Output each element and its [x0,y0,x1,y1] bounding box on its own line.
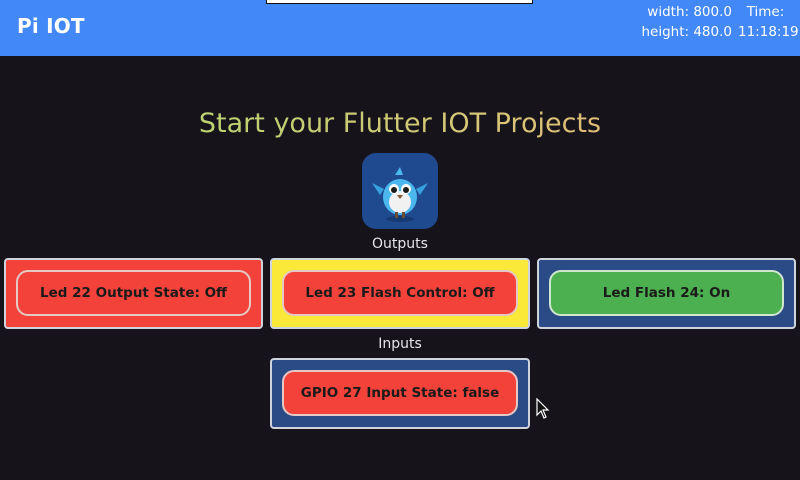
led22-output-button[interactable]: Led 22 Output State: Off [16,270,251,316]
width-readout: width: 800.0 [647,4,732,20]
mouse-pointer-icon [536,397,550,424]
time-value: 11:18:19 [738,24,799,40]
output-panel-led24: Led Flash 24: On [537,258,796,329]
page-headline: Start your Flutter IOT Projects [0,108,800,139]
outputs-section-label: Outputs [372,236,428,252]
input-panel-gpio27: GPIO 27 Input State: false [270,358,530,429]
clock: Time: 11:18:19 [738,2,799,42]
height-readout: height: 480.0 [641,24,732,40]
inputs-section-label: Inputs [378,336,422,352]
led23-flash-button[interactable]: Led 23 Flash Control: Off [282,270,518,316]
time-label: Time: [746,4,785,20]
app-title: Pi IOT [17,14,85,38]
screen-dimensions: width: 800.0 height: 480.0 [640,2,732,42]
top-overlay-box [266,0,533,4]
app-bar: Pi IOT width: 800.0 height: 480.0 Time: … [0,0,800,56]
output-panel-led22: Led 22 Output State: Off [4,258,263,329]
flutter-bird-mascot-icon [362,153,438,229]
gpio27-input-state-button[interactable]: GPIO 27 Input State: false [282,370,518,416]
led24-flash-button[interactable]: Led Flash 24: On [549,270,784,316]
output-panel-led23: Led 23 Flash Control: Off [270,258,530,329]
